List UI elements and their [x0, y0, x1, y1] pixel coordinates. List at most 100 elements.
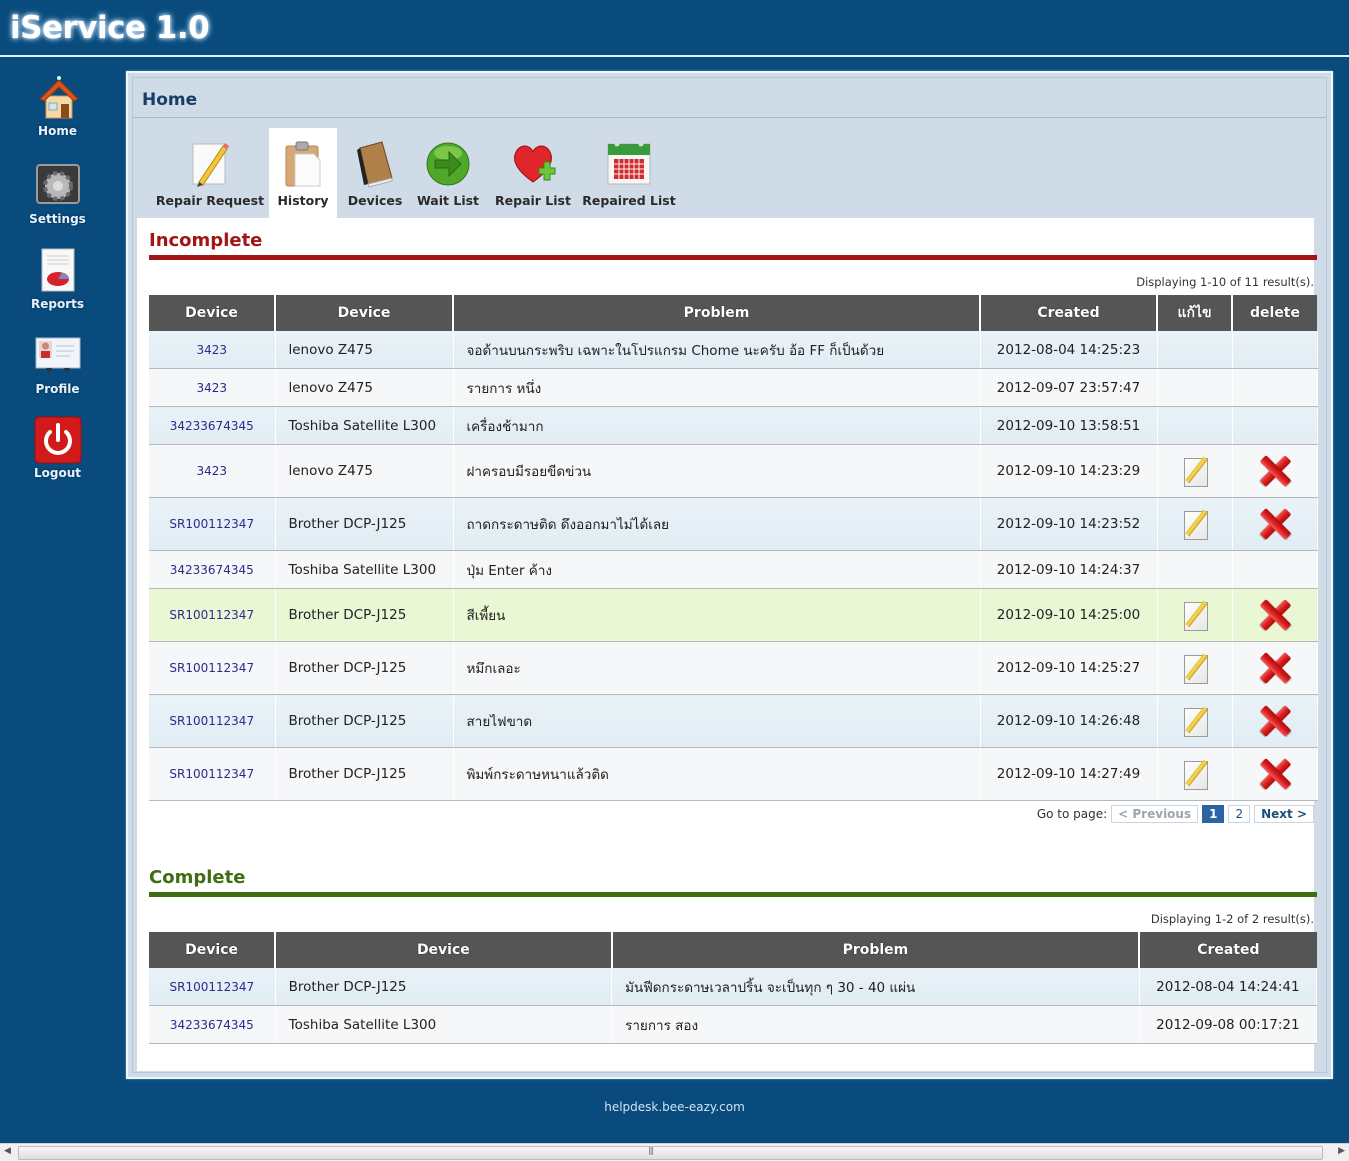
- report-pie-icon: [34, 247, 82, 295]
- scroll-right-icon[interactable]: ▶: [1338, 1146, 1345, 1156]
- table-row[interactable]: SR100112347 Brother DCP-J125 พิมพ์กระดาษหน…: [149, 747, 1318, 801]
- col-header-device[interactable]: Device: [275, 295, 454, 331]
- page-1-button[interactable]: 1: [1202, 805, 1225, 823]
- table-row[interactable]: 3423 lenovo Z475 รายการ หนึ่ง 2012-09-07 23…: [149, 368, 1318, 407]
- delete-x-icon[interactable]: [1259, 508, 1291, 540]
- sidebar-item-label: Profile: [35, 382, 80, 396]
- pagination: Go to page: < Previous 1 2 Next >: [1037, 805, 1314, 823]
- tab-repair-request[interactable]: Repair Request: [155, 128, 265, 218]
- delete-x-icon[interactable]: [1259, 455, 1291, 487]
- col-header-device-id[interactable]: Device: [149, 932, 277, 968]
- edit-pencil-icon[interactable]: [1182, 509, 1208, 540]
- previous-page-button[interactable]: < Previous: [1111, 805, 1199, 823]
- edit-pencil-icon[interactable]: [1182, 456, 1208, 487]
- title-divider: [133, 117, 1326, 118]
- table-row[interactable]: SR100112347 Brother DCP-J125 สายไฟขาด 2012-…: [149, 694, 1318, 748]
- device-id-link[interactable]: 34233674345: [149, 550, 276, 589]
- table-row[interactable]: SR100112347 Brother DCP-J125 สีเพี้ยน 2012-…: [149, 588, 1318, 642]
- id-card-icon: [34, 332, 82, 380]
- device-name: Brother DCP-J125: [275, 747, 454, 801]
- complete-title: Complete: [149, 867, 246, 888]
- device-name: lenovo Z475: [275, 444, 454, 498]
- delete-x-icon[interactable]: [1259, 652, 1291, 684]
- complete-divider: [149, 892, 1317, 897]
- tab-wait-list[interactable]: Wait List: [413, 128, 483, 218]
- device-id-link[interactable]: 34233674345: [149, 406, 276, 445]
- green-arrow-icon: [425, 138, 471, 188]
- col-header-device-id[interactable]: Device: [149, 295, 276, 331]
- device-id-link[interactable]: SR100112347: [149, 747, 276, 801]
- device-id-link[interactable]: 3423: [149, 368, 276, 407]
- device-id-link[interactable]: 3423: [149, 331, 276, 369]
- gear-icon: [34, 162, 82, 210]
- col-header-created[interactable]: Created: [980, 295, 1158, 331]
- sidebar-item-settings[interactable]: Settings: [0, 162, 115, 226]
- sidebar-item-home[interactable]: Home: [0, 74, 115, 138]
- delete-x-icon[interactable]: [1259, 705, 1291, 737]
- col-header-created[interactable]: Created: [1139, 932, 1317, 968]
- incomplete-title: Incomplete: [149, 230, 263, 251]
- sidebar-item-profile[interactable]: Profile: [0, 332, 115, 396]
- tab-label: Repair Request: [155, 193, 265, 208]
- table-row[interactable]: 34233674345 Toshiba Satellite L300 รายการ …: [149, 1005, 1318, 1044]
- problem-text: หมึกเลอะ: [453, 641, 981, 695]
- problem-text: จอด้านบนกระพริบ เฉพาะในโปรแกรม Chome นะค…: [453, 331, 981, 369]
- pager-label: Go to page:: [1036, 807, 1108, 821]
- sidebar-item-logout[interactable]: Logout: [0, 416, 115, 480]
- tab-devices[interactable]: Devices: [343, 128, 407, 218]
- device-name: Brother DCP-J125: [275, 968, 613, 1006]
- created-date: 2012-09-08 00:17:21: [1139, 1005, 1318, 1044]
- device-id-link[interactable]: SR100112347: [149, 497, 276, 551]
- created-date: 2012-09-10 14:23:52: [980, 497, 1158, 551]
- book-icon: [352, 138, 398, 188]
- incomplete-result-info: Displaying 1-10 of 11 result(s).: [1136, 275, 1314, 289]
- problem-text: มันฟีดกระดาษเวลาปริ้น จะเป็นทุก ๆ 30 - 4…: [611, 968, 1140, 1006]
- device-id-link[interactable]: SR100112347: [149, 694, 276, 748]
- tab-repaired-list[interactable]: Repaired List: [581, 128, 677, 218]
- col-header-problem[interactable]: Problem: [611, 932, 1141, 968]
- edit-pencil-icon[interactable]: [1182, 653, 1208, 684]
- table-row[interactable]: SR100112347 Brother DCP-J125 หมึกเลอะ 2012-…: [149, 641, 1318, 695]
- delete-x-icon[interactable]: [1259, 599, 1291, 631]
- complete-result-info: Displaying 1-2 of 2 result(s).: [1150, 912, 1314, 926]
- col-header-problem[interactable]: Problem: [453, 295, 981, 331]
- created-date: 2012-08-04 14:24:41: [1139, 968, 1318, 1006]
- edit-cell: [1157, 747, 1233, 801]
- tab-label: Repaired List: [582, 193, 676, 208]
- delete-x-icon[interactable]: [1259, 758, 1291, 790]
- tab-label: Wait List: [416, 193, 480, 208]
- problem-text: ปุ่ม Enter ค้าง: [453, 550, 981, 589]
- table-row[interactable]: SR100112347 Brother DCP-J125 ถาดกระดาษติด …: [149, 497, 1318, 551]
- device-id-link[interactable]: SR100112347: [149, 588, 276, 642]
- edit-pencil-icon[interactable]: [1182, 600, 1208, 631]
- table-row[interactable]: SR100112347 Brother DCP-J125 มันฟีดกระดาษเ…: [149, 968, 1318, 1006]
- delete-cell: [1232, 497, 1318, 551]
- device-id-link[interactable]: SR100112347: [149, 968, 276, 1006]
- sidebar-item-label: Home: [38, 124, 77, 138]
- table-row[interactable]: 3423 lenovo Z475 จอด้านบนกระพริบ เฉพาะในโป…: [149, 331, 1318, 369]
- delete-cell: [1232, 588, 1318, 642]
- horizontal-scrollbar[interactable]: ◀ ||| ▶: [0, 1143, 1349, 1161]
- app-title: iService 1.0: [10, 10, 210, 46]
- table-row[interactable]: 34233674345 Toshiba Satellite L300 เครื่อง…: [149, 406, 1318, 445]
- scroll-left-icon[interactable]: ◀: [4, 1146, 11, 1156]
- table-row[interactable]: 34233674345 Toshiba Satellite L300 ปุ่ม En…: [149, 550, 1318, 589]
- footer-text: helpdesk.bee-eazy.com: [604, 1100, 745, 1114]
- device-name: Brother DCP-J125: [275, 694, 454, 748]
- edit-pencil-icon[interactable]: [1182, 706, 1208, 737]
- page-2-button[interactable]: 2: [1228, 805, 1251, 823]
- table-row[interactable]: 3423 lenovo Z475 ฝาครอบมีรอยขีดข่วน 2012-09…: [149, 444, 1318, 498]
- device-id-link[interactable]: SR100112347: [149, 641, 276, 695]
- next-page-button[interactable]: Next >: [1254, 805, 1314, 823]
- problem-text: ฝาครอบมีรอยขีดข่วน: [453, 444, 981, 498]
- device-id-link[interactable]: 34233674345: [149, 1005, 276, 1044]
- tab-history[interactable]: History: [269, 128, 337, 218]
- sidebar-item-reports[interactable]: Reports: [0, 247, 115, 311]
- created-date: 2012-09-10 14:25:27: [980, 641, 1158, 695]
- scrollbar-thumb[interactable]: [18, 1146, 1323, 1160]
- edit-pencil-icon[interactable]: [1182, 759, 1208, 790]
- tab-repair-list[interactable]: Repair List: [491, 128, 575, 218]
- col-header-device[interactable]: Device: [275, 932, 613, 968]
- problem-text: พิมพ์กระดาษหนาแล้วติด: [453, 747, 981, 801]
- device-id-link[interactable]: 3423: [149, 444, 276, 498]
